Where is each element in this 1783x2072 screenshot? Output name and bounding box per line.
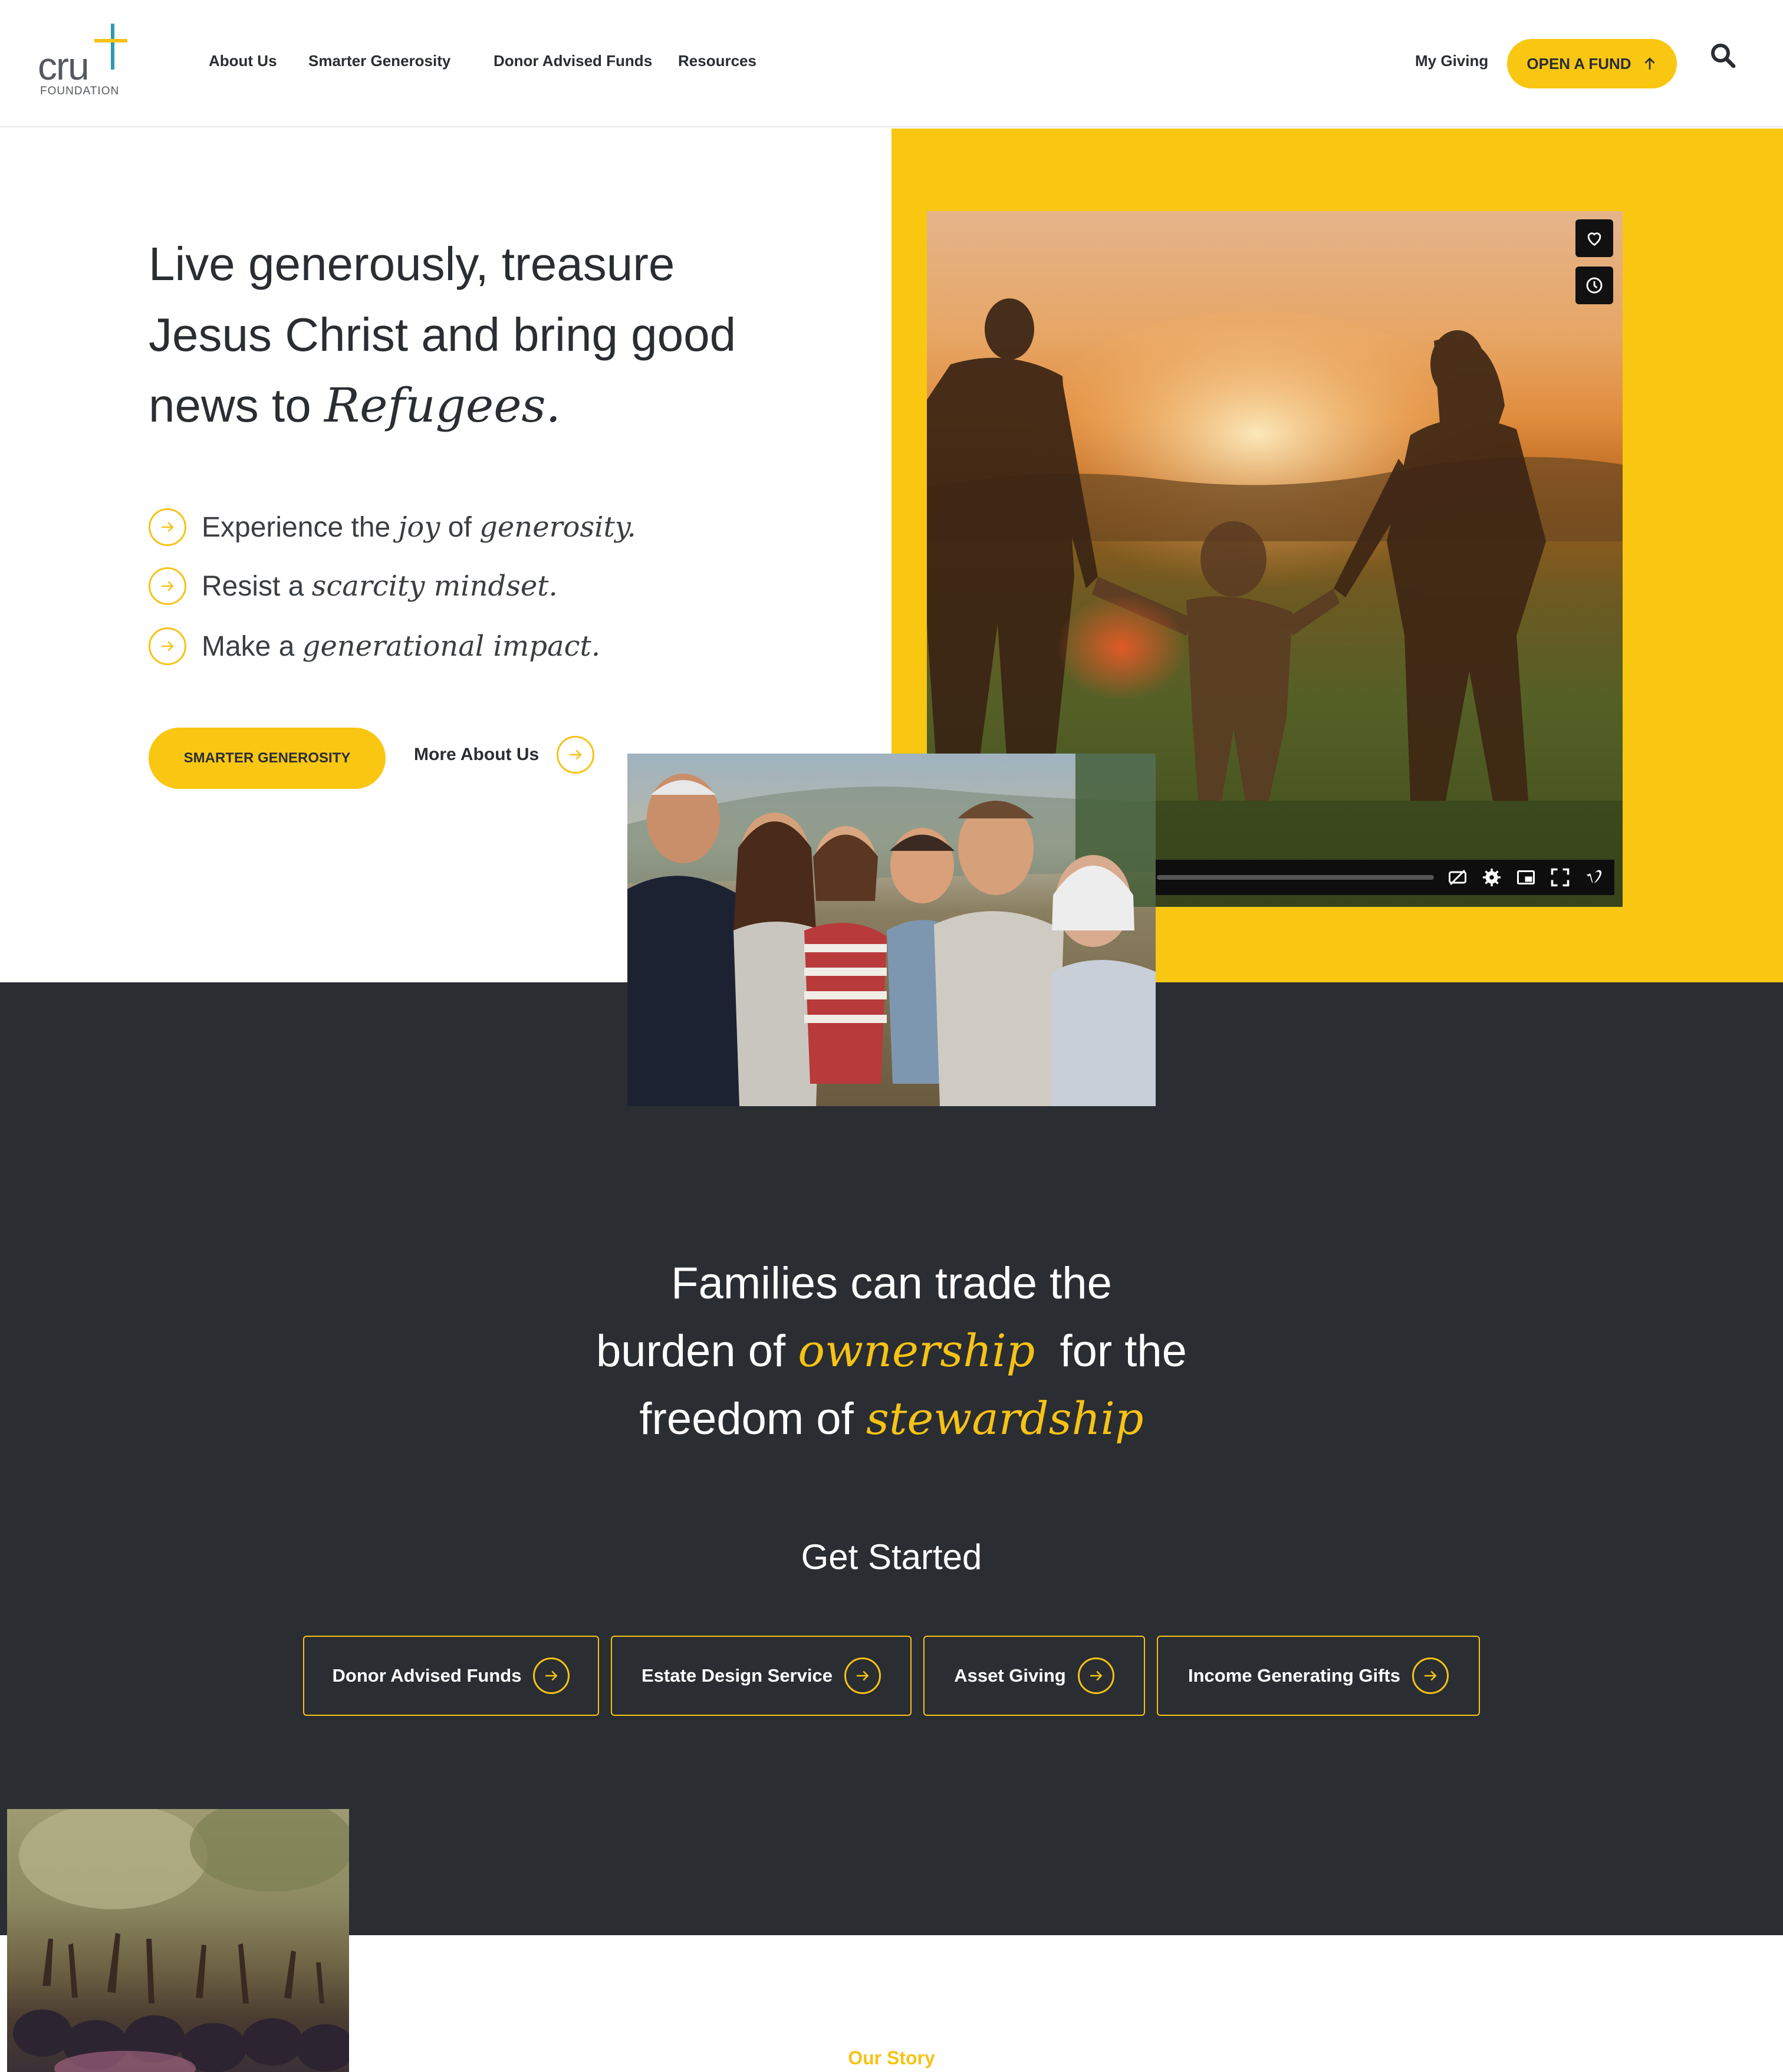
nav-about-us[interactable]: About Us <box>209 52 277 70</box>
site-header: cru FOUNDATION About Us Smarter Generosi… <box>0 0 1783 127</box>
cru-foundation-logo[interactable]: cru FOUNDATION <box>38 24 138 100</box>
quote-line-2: burden of ownership for the <box>0 1317 1783 1385</box>
my-giving-link[interactable]: My Giving <box>1415 52 1488 70</box>
arrow-right-icon <box>149 567 186 605</box>
income-generating-gifts-button[interactable]: Income Generating Gifts <box>1157 1636 1480 1716</box>
worship-crowd-photo <box>7 1809 349 2072</box>
bullet-1-text-a: Experience the <box>202 512 399 543</box>
quote-line-3: freedom of stewardship <box>0 1385 1783 1453</box>
quote-line-3-text: freedom of <box>639 1394 866 1444</box>
logo-cross-horizontal <box>94 39 127 42</box>
family-photo-illustration <box>627 754 1156 1106</box>
bullet-1-italic-b: generosity <box>479 511 627 544</box>
nav-resources[interactable]: Resources <box>678 52 756 70</box>
dark-section <box>0 982 1783 1935</box>
fullscreen-icon[interactable] <box>1550 867 1571 888</box>
like-button[interactable] <box>1575 219 1613 257</box>
video-progress-bar[interactable] <box>1157 875 1434 880</box>
our-story-label: Our Story <box>848 2047 935 2068</box>
bullet-1-italic-a: joy <box>398 511 440 544</box>
captions-off-icon[interactable] <box>1447 867 1468 888</box>
arrow-right-icon <box>149 627 186 665</box>
quote-highlight-stewardship: stewardship <box>866 1392 1144 1445</box>
hero-bullet-2: Resist a scarcity mindset. <box>149 567 558 605</box>
more-about-us-label: More About Us <box>414 745 539 764</box>
families-quote: Families can trade the burden of ownersh… <box>0 1250 1783 1453</box>
nav-donor-advised-funds[interactable]: Donor Advised Funds <box>494 52 652 70</box>
income-generating-gifts-label: Income Generating Gifts <box>1187 1665 1400 1686</box>
bullet-1-text-b: of <box>440 512 480 543</box>
family-photo <box>627 754 1156 1106</box>
estate-design-service-label: Estate Design Service <box>642 1665 833 1686</box>
settings-icon[interactable] <box>1481 867 1502 888</box>
open-a-fund-button[interactable]: OPEN A FUND <box>1507 39 1677 88</box>
asset-giving-label: Asset Giving <box>954 1665 1066 1686</box>
donor-advised-funds-button[interactable]: Donor Advised Funds <box>303 1636 599 1716</box>
quote-highlight-ownership: ownership <box>798 1324 1035 1377</box>
more-about-us-link[interactable]: More About Us <box>414 736 595 774</box>
watch-later-button[interactable] <box>1575 267 1613 304</box>
search-icon[interactable] <box>1709 41 1737 70</box>
video-control-bar[interactable] <box>1151 860 1614 895</box>
smarter-generosity-button[interactable]: SMARTER GENEROSITY <box>149 728 386 789</box>
bullet-2-italic: scarcity mindset <box>311 570 549 603</box>
bullet-3-period: . <box>591 630 601 663</box>
bullet-2-period: . <box>548 570 558 603</box>
bullet-1-period: . <box>627 511 636 544</box>
bullet-3-text: Make a <box>202 631 302 662</box>
hero-title-italic: Refugees. <box>324 378 561 433</box>
logo-cross-vertical <box>111 24 114 70</box>
arrow-right-icon <box>1412 1657 1449 1694</box>
nav-smarter-generosity[interactable]: Smarter Generosity <box>308 52 450 70</box>
quote-line-2-text: burden of <box>596 1326 798 1376</box>
quote-line-1: Families can trade the <box>671 1258 1112 1308</box>
bullet-3-italic: generational impact <box>302 630 591 663</box>
hero-bullet-3: Make a generational impact. <box>149 627 600 665</box>
get-started-heading: Get Started <box>801 1537 982 1577</box>
heart-icon <box>1587 232 1601 246</box>
arrow-up-icon <box>1644 57 1655 70</box>
hero-bullet-1: Experience the joy of generosity. <box>149 508 636 546</box>
arrow-right-icon <box>1077 1657 1114 1694</box>
clock-icon <box>1586 277 1603 294</box>
estate-design-service-button[interactable]: Estate Design Service <box>611 1636 912 1716</box>
vimeo-icon[interactable] <box>1584 867 1605 888</box>
bullet-2-text: Resist a <box>202 571 312 602</box>
logo-wordmark: cru <box>38 44 90 88</box>
pip-icon[interactable] <box>1515 867 1537 888</box>
worship-crowd-illustration <box>13 1809 349 2072</box>
arrow-right-icon <box>844 1657 881 1694</box>
arrow-right-icon <box>533 1657 570 1694</box>
donor-advised-funds-label: Donor Advised Funds <box>332 1665 522 1686</box>
arrow-right-icon <box>557 736 595 774</box>
quote-line-2-tail: for the <box>1035 1326 1187 1376</box>
asset-giving-button[interactable]: Asset Giving <box>923 1636 1145 1716</box>
logo-subtitle: FOUNDATION <box>40 85 120 97</box>
hero-title: Live generously, treasure Jesus Christ a… <box>149 229 797 441</box>
open-a-fund-label: OPEN A FUND <box>1527 54 1631 73</box>
arrow-right-icon <box>149 508 186 546</box>
